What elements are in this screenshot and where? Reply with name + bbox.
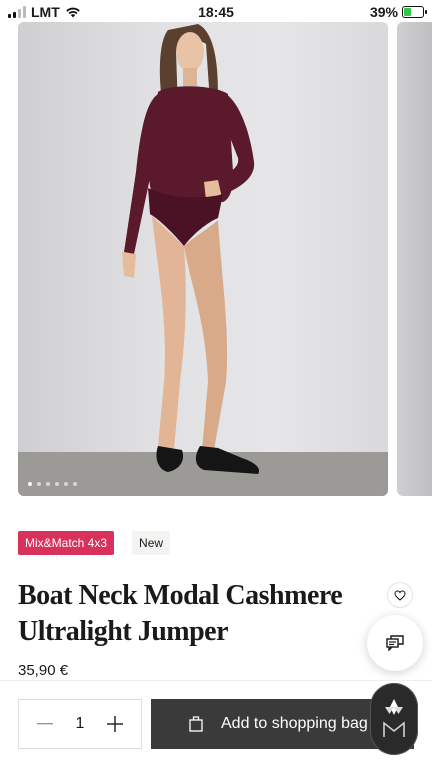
promo-tag: Mix&Match 4x3 [18,531,115,555]
quantity-stepper: 1 [18,699,142,749]
plus-icon [107,716,123,732]
product-image-carousel[interactable] [18,22,388,496]
next-product-image[interactable] [397,22,432,496]
battery-icon [402,6,427,18]
carousel-dot[interactable] [28,482,32,486]
add-to-bag-label: Add to shopping bag [221,715,368,732]
product-price: 35,90 € [18,662,69,679]
brand-logo-badge[interactable] [370,683,418,755]
product-title: Boat Neck Modal Cashmere Ultralight Jump… [18,580,343,647]
carousel-dot[interactable] [46,482,50,486]
status-right: 39% [369,4,427,20]
shopping-bag-icon [189,716,203,732]
chat-button[interactable] [367,615,423,671]
carousel-dot[interactable] [37,482,41,486]
carousel-dot[interactable] [73,482,77,486]
decrease-quantity-button[interactable] [35,714,55,734]
increase-quantity-button[interactable] [105,714,125,734]
carousel-pagination[interactable] [28,482,77,486]
minus-icon [37,723,53,725]
heart-icon [394,589,406,601]
new-tag: New [132,531,171,555]
product-tags: Mix&Match 4x3 New [18,531,171,555]
battery-fill [404,8,412,16]
carousel-dot[interactable] [55,482,59,486]
clock: 18:45 [198,4,234,20]
wishlist-button[interactable] [387,582,413,608]
status-bar: LMT 18:45 39% [0,0,432,24]
chat-icon [386,635,404,651]
brand-logo-icon [383,699,405,737]
battery-percent: 39% [369,4,398,20]
model-photo [122,24,260,474]
carousel-dot[interactable] [64,482,68,486]
quantity-value: 1 [75,715,85,732]
purchase-bar: 1 Add to shopping bag [0,680,432,768]
